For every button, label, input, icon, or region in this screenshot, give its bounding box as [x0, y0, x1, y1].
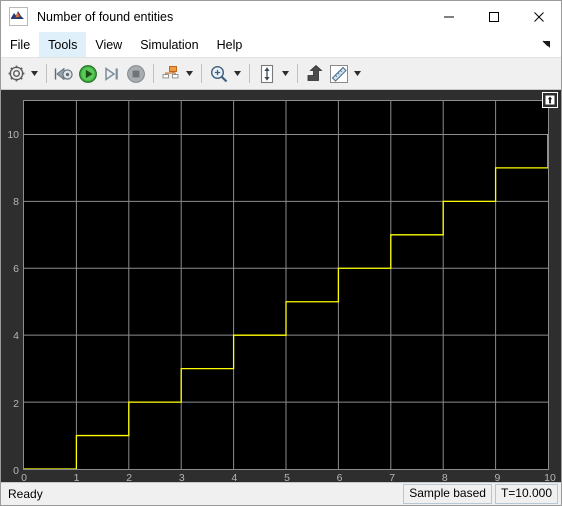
ruler-icon	[330, 64, 348, 83]
y-tick-label: 10	[7, 128, 19, 141]
menu-file[interactable]: File	[1, 32, 39, 57]
run-back-to-start-button[interactable]	[52, 62, 76, 86]
matlab-membrane-icon	[9, 7, 28, 26]
y-tick-label: 2	[13, 397, 19, 410]
menu-overflow-button[interactable]	[542, 32, 561, 57]
gear-icon	[8, 65, 24, 82]
step-forward-button[interactable]	[100, 62, 124, 86]
menu-help-label: Help	[216, 37, 243, 52]
menu-help[interactable]: Help	[208, 32, 252, 57]
y-tick-label: 0	[13, 465, 19, 477]
y-axis-tick-labels: 0 2 4 6 8 10	[1, 100, 19, 477]
menu-overflow-arrow-icon	[542, 40, 550, 48]
style-arrow-icon	[307, 64, 323, 81]
maximize-button[interactable]	[471, 1, 516, 32]
x-axis-tick-labels: 0 1 2 3 4 5 6 7 8 9 10	[21, 472, 556, 482]
zoom-in-dropdown[interactable]	[231, 62, 244, 86]
menu-tools[interactable]: Tools	[39, 32, 87, 57]
status-bar: Ready Sample based T=10.000	[1, 482, 561, 505]
toolbar-separator	[46, 64, 47, 83]
data-trace	[24, 101, 548, 469]
menu-view-label: View	[95, 37, 123, 52]
configuration-properties-button[interactable]	[4, 62, 28, 86]
chevron-down-icon	[186, 71, 193, 76]
menu-simulation[interactable]: Simulation	[131, 32, 207, 57]
window-title: Number of found entities	[37, 9, 174, 24]
chevron-down-icon	[31, 71, 38, 76]
signal-selection-button[interactable]	[159, 62, 183, 86]
autoscale-button[interactable]	[255, 62, 279, 86]
autoscale-dropdown[interactable]	[279, 62, 292, 86]
chevron-down-icon	[282, 71, 289, 76]
x-tick-label: 3	[178, 472, 185, 482]
measurements-dropdown[interactable]	[351, 62, 364, 86]
menu-view[interactable]: View	[86, 32, 131, 57]
maximize-axes-icon	[545, 95, 555, 105]
y-tick-label: 4	[13, 330, 19, 343]
x-tick-label: 6	[336, 472, 343, 482]
play-icon	[79, 64, 97, 83]
minimize-button[interactable]	[426, 1, 471, 32]
menu-bar: File Tools View Simulation Help	[1, 32, 561, 58]
configuration-properties-dropdown[interactable]	[28, 62, 41, 86]
plot-axes[interactable]	[23, 100, 549, 470]
toolbar-separator	[249, 64, 250, 83]
chevron-down-icon	[354, 71, 361, 76]
toolbar-separator	[201, 64, 202, 83]
x-tick-label: 9	[494, 472, 501, 482]
status-frame-mode: Sample based	[403, 484, 492, 504]
stop-icon	[127, 64, 145, 83]
menu-simulation-label: Simulation	[140, 37, 199, 52]
status-ready-text: Ready	[8, 487, 43, 501]
scope-window: Number of found entities File Tools View…	[0, 0, 562, 506]
x-tick-label: 8	[441, 472, 448, 482]
signal-selection-dropdown[interactable]	[183, 62, 196, 86]
x-tick-label: 4	[231, 472, 238, 482]
measurements-button[interactable]	[327, 62, 351, 86]
rewind-icon	[54, 67, 73, 80]
y-tick-label: 8	[13, 195, 19, 208]
step-forward-icon	[105, 66, 118, 81]
x-tick-label: 10	[544, 472, 556, 482]
x-tick-label: 1	[73, 472, 80, 482]
status-simulation-time: T=10.000	[494, 484, 558, 504]
toolbar-separator	[153, 64, 154, 83]
plot-container: 0 2 4 6 8 10 0 1 2 3 4 5 6 7 8 9 10	[1, 90, 561, 482]
style-button[interactable]	[303, 62, 327, 86]
close-button[interactable]	[516, 1, 561, 32]
toolbar-separator	[297, 64, 298, 83]
stop-button[interactable]	[124, 62, 148, 86]
x-tick-label: 5	[284, 472, 290, 482]
title-bar: Number of found entities	[1, 1, 561, 32]
close-icon	[533, 11, 544, 22]
x-tick-label: 0	[21, 472, 27, 482]
y-tick-label: 6	[13, 263, 19, 276]
tool-bar	[1, 58, 561, 90]
menu-file-label: File	[10, 37, 31, 52]
maximize-icon	[488, 11, 499, 22]
minimize-icon	[443, 16, 454, 17]
run-button[interactable]	[76, 62, 100, 86]
zoom-in-button[interactable]	[207, 62, 231, 86]
menu-tools-label: Tools	[48, 37, 78, 52]
autoscale-arrows-icon	[260, 64, 274, 83]
scope-display: 0 2 4 6 8 10 0 1 2 3 4 5 6 7 8 9 10	[1, 90, 561, 482]
scope-maximize-axes-button[interactable]	[542, 92, 558, 108]
zoom-in-magnifier-icon	[210, 65, 228, 82]
x-tick-label: 2	[126, 472, 133, 482]
signal-hierarchy-icon	[162, 65, 179, 78]
x-tick-label: 7	[389, 472, 396, 482]
chevron-down-icon	[234, 71, 241, 76]
